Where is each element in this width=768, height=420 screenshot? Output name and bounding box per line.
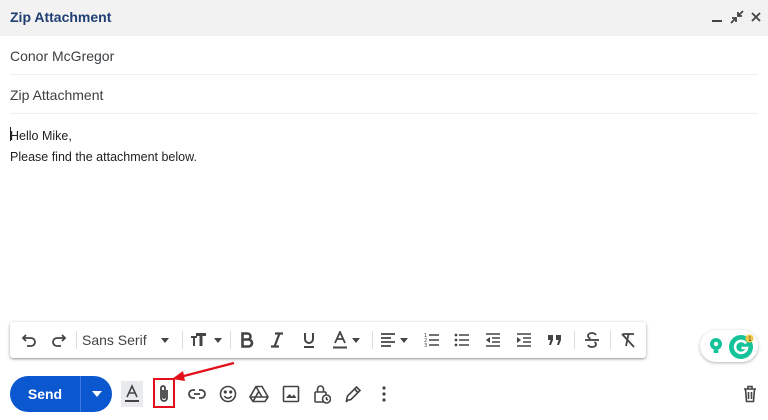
remove-formatting-icon[interactable] [616, 322, 640, 358]
send-button[interactable]: Send [10, 376, 112, 412]
recipient-chip[interactable]: Conor McGregor [10, 48, 114, 64]
emoji-icon[interactable] [216, 380, 240, 408]
undo-icon[interactable] [16, 322, 42, 358]
insert-photo-icon[interactable] [279, 380, 303, 408]
grammarly-widget[interactable]: 1 [700, 330, 758, 362]
send-options-button[interactable] [82, 376, 112, 412]
toolbar-divider [574, 331, 575, 349]
more-options-icon[interactable] [372, 380, 396, 408]
italic-icon[interactable] [266, 322, 288, 358]
chevron-down-icon [160, 337, 169, 343]
bold-icon[interactable] [236, 322, 258, 358]
redo-icon[interactable] [46, 322, 72, 358]
text-color-icon[interactable] [328, 322, 364, 358]
confidential-mode-icon[interactable] [310, 380, 334, 408]
underline-icon[interactable] [298, 322, 320, 358]
font-family-label: Sans Serif [82, 332, 147, 348]
chevron-down-icon [92, 391, 102, 397]
compose-title: Zip Attachment [10, 9, 112, 25]
toolbar-divider [76, 331, 77, 349]
formatting-options-icon[interactable] [120, 380, 144, 408]
toolbar-divider [230, 331, 231, 349]
subject-field[interactable]: Zip Attachment [10, 76, 758, 114]
font-size-icon[interactable] [186, 322, 226, 358]
drive-icon[interactable] [247, 380, 271, 408]
insert-link-icon[interactable] [185, 380, 209, 408]
toolbar-divider [372, 331, 373, 349]
svg-text:1: 1 [748, 336, 752, 343]
signature-icon[interactable] [341, 380, 365, 408]
bulleted-list-icon[interactable] [450, 322, 474, 358]
exit-fullscreen-icon[interactable] [729, 8, 745, 26]
close-icon[interactable] [748, 8, 764, 26]
send-divider [80, 376, 81, 412]
align-icon[interactable] [376, 322, 412, 358]
discard-draft-icon[interactable] [740, 382, 760, 406]
font-family-select[interactable]: Sans Serif [82, 322, 178, 358]
message-line: Please find the attachment below. [10, 150, 197, 164]
strikethrough-icon[interactable] [580, 322, 604, 358]
bulb-icon [710, 338, 722, 353]
send-label: Send [27, 386, 63, 402]
svg-text:3: 3 [424, 343, 427, 347]
indent-less-icon[interactable] [481, 322, 505, 358]
minimize-icon[interactable] [709, 8, 725, 26]
quote-icon[interactable] [543, 322, 567, 358]
toolbar-divider [610, 331, 611, 349]
indent-more-icon[interactable] [512, 322, 536, 358]
to-field[interactable]: Conor McGregor [10, 37, 758, 75]
subject-input[interactable]: Zip Attachment [10, 87, 103, 103]
compose-header: Zip Attachment [0, 0, 768, 36]
toolbar-divider [182, 331, 183, 349]
formatting-toolbar: Sans Serif 123 [10, 322, 646, 358]
numbered-list-icon[interactable]: 123 [420, 322, 444, 358]
message-line: Hello Mike, [10, 129, 72, 143]
message-body[interactable]: Hello Mike, Please find the attachment b… [10, 126, 750, 168]
grammarly-icon: 1 [729, 334, 754, 359]
